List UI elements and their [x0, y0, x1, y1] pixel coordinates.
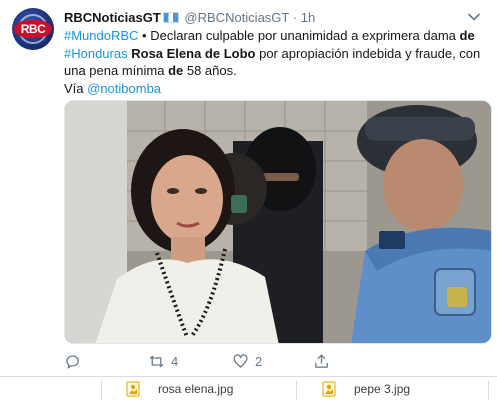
- download-item-rosa-elena[interactable]: rosa elena.jpg: [126, 377, 233, 400]
- retweet-count: 4: [171, 353, 179, 369]
- photo-scene: [65, 101, 491, 343]
- heart-icon: [233, 353, 248, 368]
- profile-avatar[interactable]: RBC: [12, 8, 54, 50]
- tweet-text-part3: 58 años.: [183, 63, 237, 78]
- tweet[interactable]: RBC RBCNoticiasGT @RBCNoticiasGT · 1h #M…: [0, 0, 497, 372]
- like-action[interactable]: 2: [232, 350, 262, 372]
- download-separator: [101, 381, 102, 400]
- tweet-photo[interactable]: [64, 100, 492, 344]
- download-item-pepe[interactable]: pepe 3.jpg: [322, 377, 410, 400]
- retweet-icon: [149, 355, 164, 367]
- tweet-header: RBCNoticiasGT @RBCNoticiasGT · 1h: [64, 10, 315, 25]
- retweet-action[interactable]: 4: [148, 350, 178, 372]
- guatemala-flag-icon: [162, 12, 179, 23]
- mention-notibomba[interactable]: @notibomba: [87, 81, 161, 96]
- hashtag-honduras[interactable]: #Honduras: [64, 46, 128, 61]
- chevron-down-icon[interactable]: [467, 10, 481, 24]
- download-filename: pepe 3.jpg: [354, 382, 411, 396]
- tweet-text-de1: de: [459, 28, 475, 43]
- download-filename: rosa elena.jpg: [158, 382, 234, 396]
- image-file-icon: [126, 381, 140, 397]
- user-handle[interactable]: @RBCNoticiasGT: [184, 10, 289, 25]
- avatar-logo: RBC: [14, 20, 52, 38]
- reply-action[interactable]: [64, 350, 87, 372]
- display-name[interactable]: RBCNoticiasGT: [64, 10, 161, 25]
- like-count: 2: [255, 353, 263, 369]
- tweet-text-part1: • Declaran culpable por unanimidad a exp…: [138, 28, 460, 43]
- separator-dot: ·: [292, 10, 298, 25]
- tweet-text-via: Vía: [64, 80, 88, 96]
- share-action[interactable]: [313, 350, 336, 372]
- tweet-actions: 4 2: [64, 350, 364, 372]
- image-file-icon: [322, 381, 336, 397]
- hashtag-mundorbc[interactable]: #MundoRBC: [64, 28, 138, 43]
- downloads-bar: rosa elena.jpg pepe 3.jpg: [0, 376, 497, 400]
- download-separator: [488, 381, 489, 400]
- tweet-text-de2: de: [168, 63, 184, 78]
- reply-icon: [66, 354, 79, 369]
- share-icon: [315, 353, 328, 368]
- download-separator: [296, 381, 297, 400]
- tweet-timestamp[interactable]: 1h: [301, 10, 315, 25]
- tweet-text: #MundoRBC • Declaran culpable por unanim…: [64, 27, 490, 97]
- tweet-text-name: Rosa Elena de Lobo: [131, 45, 256, 61]
